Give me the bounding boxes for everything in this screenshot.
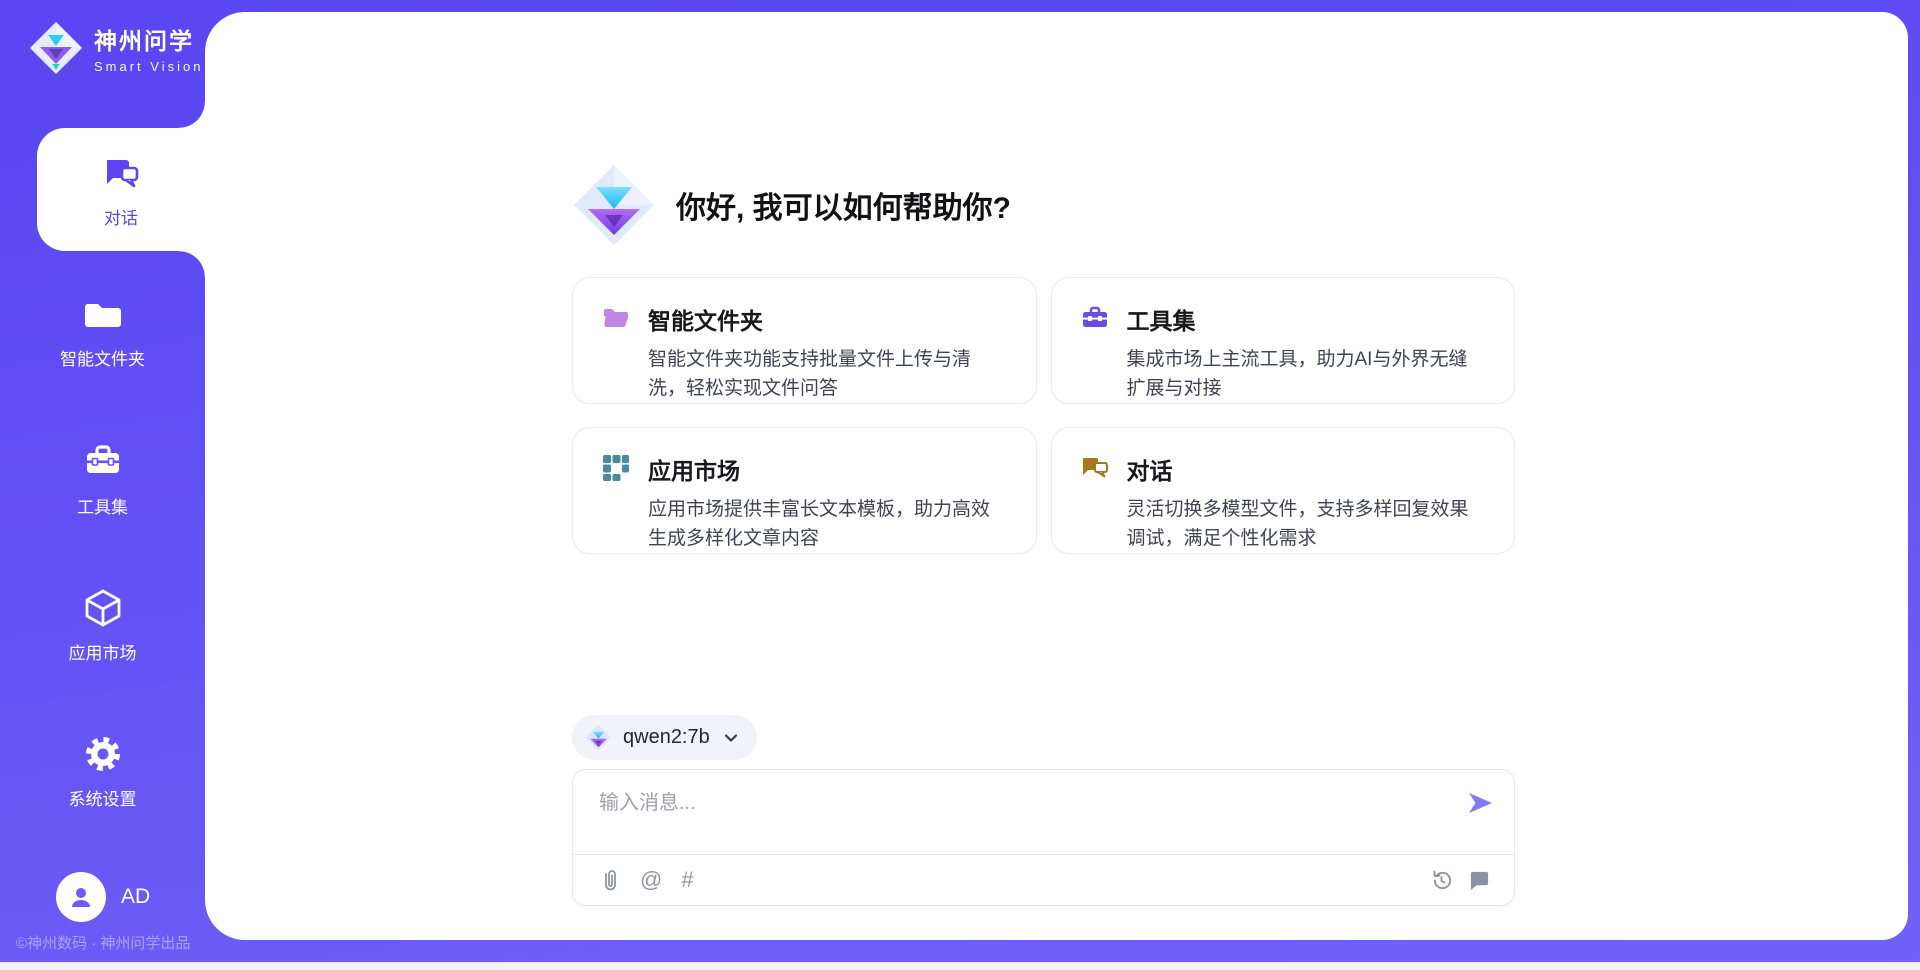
card-description: 集成市场上主流工具，助力AI与外界无缝扩展与对接 [1127, 346, 1487, 404]
horizontal-scrollbar[interactable] [0, 962, 1920, 970]
chat-icon [1080, 453, 1110, 483]
message-input[interactable] [599, 786, 1450, 846]
sidebar-item-settings[interactable]: 系统设置 [0, 732, 205, 810]
brand-subtitle: Smart Vision [94, 59, 203, 74]
brand-logo: 神州问学 Smart Vision [28, 20, 203, 76]
assistant-logo-icon [572, 163, 656, 247]
send-icon[interactable] [1466, 790, 1494, 816]
card-title: 工具集 [1127, 302, 1487, 336]
avatar [56, 872, 106, 922]
card-description: 应用市场提供丰富长文本模板，助力高效生成多样化文章内容 [648, 496, 1008, 554]
toolbox-icon [81, 440, 125, 484]
folder-icon [81, 292, 125, 336]
folder-open-icon [601, 303, 631, 333]
welcome-header: 你好, 我可以如何帮助你? [572, 163, 1011, 247]
feature-cards: 智能文件夹 智能文件夹功能支持批量文件上传与清洗，轻松实现文件问答 工具集 集成… [572, 277, 1515, 554]
brand-diamond-icon [28, 20, 84, 76]
person-icon [66, 882, 96, 912]
card-chat[interactable]: 对话 灵活切换多模型文件，支持多样回复效果调试，满足个性化需求 [1051, 427, 1516, 554]
mention-icon[interactable]: @ [640, 869, 662, 891]
hash-icon[interactable]: # [681, 869, 693, 891]
greeting-text: 你好, 我可以如何帮助你? [676, 183, 1011, 227]
card-description: 灵活切换多模型文件，支持多样回复效果调试，满足个性化需求 [1127, 496, 1487, 554]
grid-icon [601, 453, 631, 483]
tab-fillet-bottom [179, 251, 205, 277]
sidebar-item-label: 工具集 [77, 493, 128, 518]
card-title: 对话 [1127, 452, 1487, 486]
app-root: 神州问学 Smart Vision 对话 智能文件夹 工具集 [0, 0, 1920, 970]
tab-fillet-top [179, 102, 205, 128]
card-app-market[interactable]: 应用市场 应用市场提供丰富长文本模板，助力高效生成多样化文章内容 [572, 427, 1037, 554]
card-title: 应用市场 [648, 452, 1008, 486]
card-smart-folder[interactable]: 智能文件夹 智能文件夹功能支持批量文件上传与清洗，轻松实现文件问答 [572, 277, 1037, 404]
sidebar-item-app-market[interactable]: 应用市场 [0, 586, 205, 664]
chat-icon [99, 151, 143, 195]
cube-icon [81, 586, 125, 630]
sidebar-item-label: 智能文件夹 [60, 345, 145, 370]
history-icon[interactable] [1430, 869, 1453, 892]
paperclip-icon[interactable] [599, 868, 621, 892]
chevron-down-icon [721, 728, 741, 748]
toolbox-icon [1080, 303, 1110, 333]
sidebar-item-toolset[interactable]: 工具集 [0, 440, 205, 518]
message-composer: @ # [572, 769, 1515, 906]
model-name: qwen2:7b [623, 726, 710, 749]
card-description: 智能文件夹功能支持批量文件上传与清洗，轻松实现文件问答 [648, 346, 1008, 404]
sidebar-item-label: 对话 [104, 204, 138, 229]
gear-icon [81, 732, 125, 776]
model-selector[interactable]: qwen2:7b [572, 715, 757, 760]
brand-title: 神州问学 [94, 22, 203, 56]
sidebar-item-chat[interactable]: 对话 [37, 128, 205, 251]
model-diamond-icon [585, 724, 612, 751]
comment-icon[interactable] [1469, 870, 1490, 891]
sidebar-item-label: 应用市场 [69, 639, 137, 664]
sidebar-footer: ©神州数码 · 神州问学出品 [16, 932, 190, 953]
user-profile[interactable]: AD [56, 872, 150, 922]
user-name: AD [121, 885, 150, 909]
card-toolset[interactable]: 工具集 集成市场上主流工具，助力AI与外界无缝扩展与对接 [1051, 277, 1516, 404]
sidebar-item-label: 系统设置 [69, 785, 137, 810]
composer-toolbar: @ # [599, 855, 1490, 905]
card-title: 智能文件夹 [648, 302, 1008, 336]
main-panel: 你好, 我可以如何帮助你? 智能文件夹 智能文件夹功能支持批量文件上传与清洗，轻… [205, 12, 1908, 940]
sidebar-item-smart-folder[interactable]: 智能文件夹 [0, 292, 205, 370]
